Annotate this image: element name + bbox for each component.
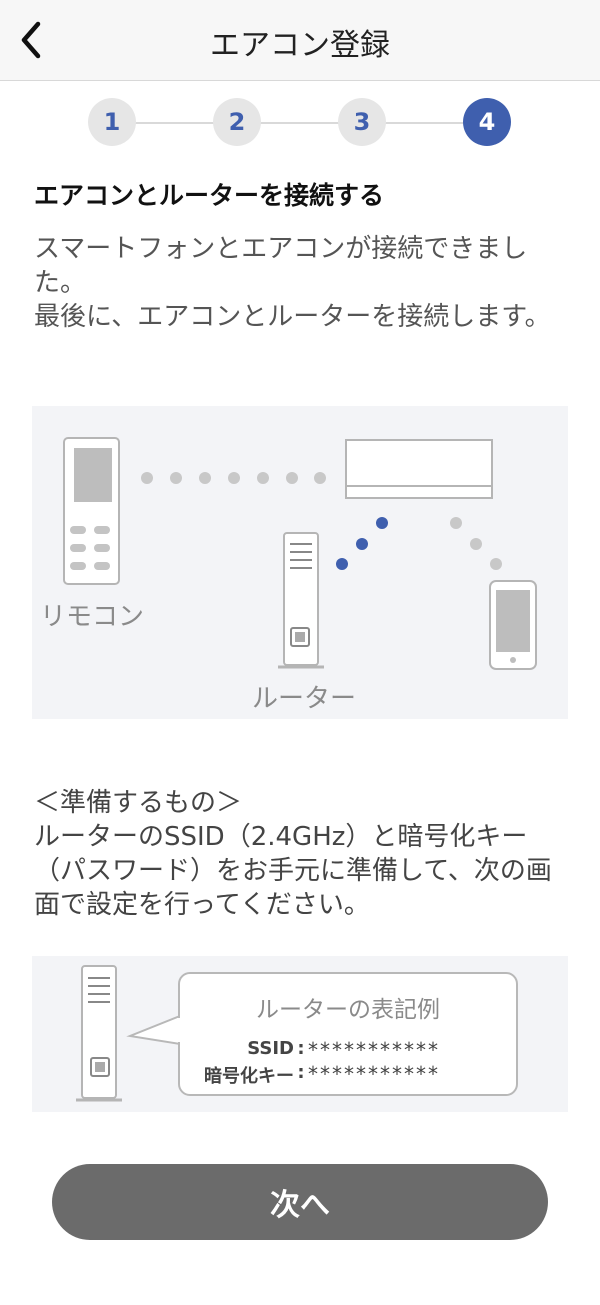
- step-3[interactable]: 3: [338, 98, 386, 146]
- connection-illustration: [63, 437, 537, 670]
- bubble-title: ルーターの表記例: [256, 997, 440, 1023]
- key-row: 暗号化キー : ***********: [190, 1062, 506, 1088]
- key-value: ***********: [308, 1062, 440, 1086]
- step-1[interactable]: 1: [88, 98, 136, 146]
- router-signal-dots: [336, 517, 388, 570]
- phone-signal-dots: [450, 517, 502, 570]
- app-header: エアコン登録: [0, 0, 600, 81]
- router-icon: [278, 532, 324, 669]
- next-button[interactable]: 次へ: [52, 1164, 548, 1240]
- preparation-body: ルーターのSSID（2.4GHz）と暗号化キー（パスワード）をお手元に準備して、…: [34, 822, 552, 920]
- smartphone-icon: [489, 580, 537, 670]
- step-connector-line: [108, 122, 492, 124]
- bubble-pointer-join: [177, 1018, 181, 1042]
- description-line-1: スマートフォンとエアコンが接続できました。: [34, 234, 528, 298]
- key-separator: :: [297, 1062, 305, 1083]
- router-label: ルーター: [252, 684, 357, 714]
- air-conditioner-icon: [345, 439, 493, 499]
- remote-control-icon: [63, 437, 120, 585]
- label-example-bubble: ルーターの表記例 SSID : *********** 暗号化キー : ****…: [178, 972, 518, 1096]
- ssid-row: SSID : ***********: [190, 1038, 506, 1062]
- ssid-separator: :: [297, 1038, 305, 1059]
- remote-label: リモコン: [40, 602, 145, 632]
- router-label-example: ルーターの表記例 SSID : *********** 暗号化キー : ****…: [32, 956, 568, 1112]
- section-heading: エアコンとルーターを接続する: [34, 181, 385, 210]
- step-4-active[interactable]: 4: [463, 98, 511, 146]
- connection-diagram: リモコン ルーター: [32, 406, 568, 719]
- step-2[interactable]: 2: [213, 98, 261, 146]
- page-title: エアコン登録: [210, 28, 390, 63]
- preparation-section: ＜準備するもの＞ ルーターのSSID（2.4GHz）と暗号化キー（パスワード）を…: [34, 786, 564, 922]
- step-indicator: 1 2 3 4: [88, 98, 512, 148]
- preparation-title: ＜準備するもの＞: [34, 788, 243, 818]
- remote-signal-dots: [141, 472, 326, 484]
- ssid-label: SSID: [247, 1038, 294, 1059]
- key-label: 暗号化キー: [204, 1066, 294, 1087]
- bubble-pointer: [126, 1014, 181, 1046]
- description: スマートフォンとエアコンが接続できました。 最後に、エアコンとルーターを接続しま…: [34, 232, 554, 334]
- router-icon: [76, 965, 122, 1102]
- description-line-2: 最後に、エアコンとルーターを接続します。: [34, 302, 551, 332]
- ssid-value: ***********: [308, 1038, 440, 1062]
